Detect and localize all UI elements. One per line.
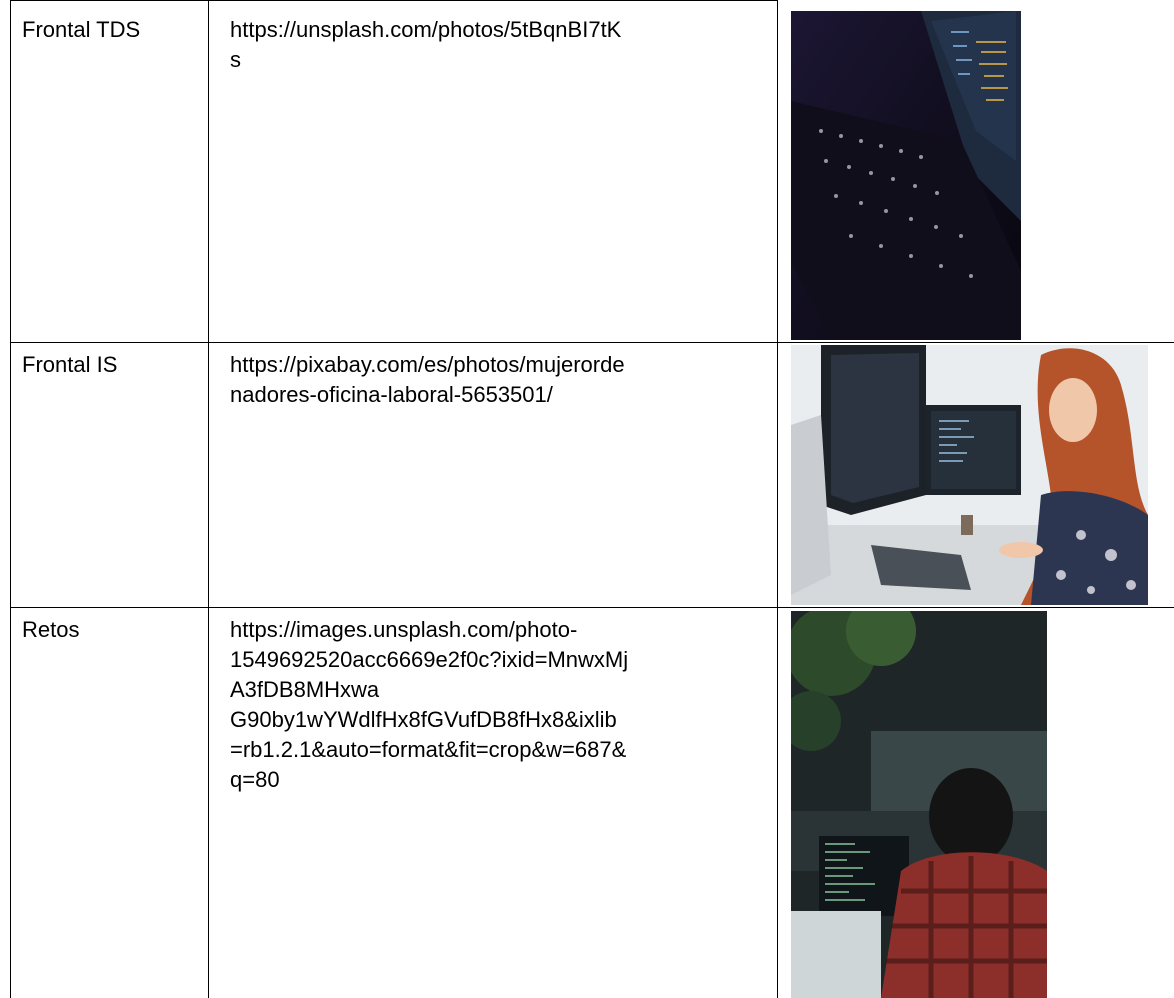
source-url: https://images.unsplash.com/photo- 15496… [230,617,629,792]
row-label: Retos [22,617,80,642]
row-label: Frontal IS [22,352,118,377]
woman-at-computer-photo [791,345,1148,605]
man-coding-photo [791,611,1047,998]
source-url: https://pixabay.com/es/photos/mujerorde … [230,352,625,407]
row-label: Frontal TDS [22,17,141,42]
laptop-keyboard-photo [791,11,1021,340]
source-url: https://unsplash.com/photos/5tBqnBI7tK s [230,17,622,72]
